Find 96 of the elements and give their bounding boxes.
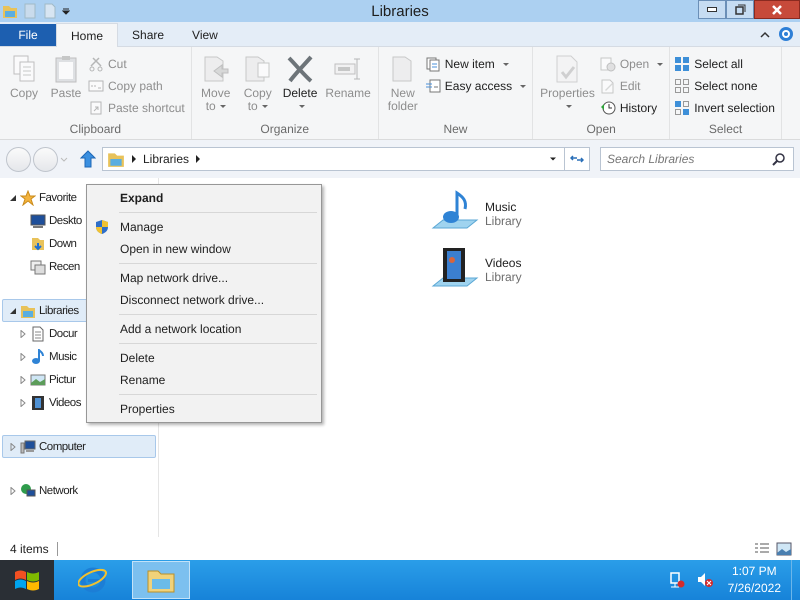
collapsed-arrow-icon[interactable] (9, 442, 17, 450)
select-all-icon (674, 56, 690, 72)
minimize-button[interactable] (698, 0, 726, 19)
music-note-icon (30, 348, 46, 364)
menu-item[interactable]: Expand (89, 187, 319, 209)
menu-item[interactable]: Manage (89, 216, 319, 238)
library-item[interactable]: Videos Library (431, 242, 571, 298)
address-field[interactable]: Libraries (102, 147, 565, 171)
ribbon-button[interactable]: Delete (280, 49, 320, 122)
easy-access-icon (424, 78, 441, 94)
ribbon-button[interactable]: History (600, 99, 666, 117)
item-name: Videos (485, 256, 522, 270)
browser-logo-icon (78, 565, 108, 595)
computer-icon (20, 438, 36, 454)
path-icon (88, 78, 104, 94)
chevron-icon[interactable] (131, 155, 137, 163)
ribbon-button[interactable]: Easy access (424, 77, 528, 95)
scissors-icon (88, 56, 104, 72)
group-label: Open (585, 122, 617, 138)
caret-icon (299, 105, 306, 108)
minimize-icon (707, 7, 717, 12)
download-folder-icon (30, 236, 46, 252)
ribbon-tab[interactable]: Home (56, 23, 118, 47)
item-type: Library (485, 214, 522, 228)
caret-icon (220, 105, 226, 108)
breadcrumb[interactable]: Libraries (143, 152, 190, 166)
window-title: Libraries (371, 2, 429, 20)
muted-speaker-icon[interactable] (696, 571, 714, 589)
collapsed-arrow-icon[interactable] (9, 486, 17, 494)
restore-button[interactable] (726, 0, 754, 19)
collapsed-arrow-icon[interactable] (19, 376, 27, 384)
menu-item[interactable]: Properties (89, 398, 319, 420)
expanded-arrow-icon[interactable] (9, 306, 17, 314)
new-item-icon (424, 56, 441, 72)
ribbon-button[interactable]: Invert selection (674, 99, 777, 117)
shortcut-icon (88, 100, 104, 116)
star-icon (20, 190, 36, 206)
expanded-arrow-icon[interactable] (9, 194, 17, 202)
library-item[interactable]: Music Library (431, 186, 571, 242)
edit-icon (600, 78, 616, 94)
caret-icon (262, 105, 268, 108)
shield-icon (95, 219, 109, 235)
ribbon-button[interactable]: Select all (674, 55, 777, 73)
menu-item[interactable]: Delete (89, 347, 319, 369)
tree-item[interactable]: Network (2, 479, 156, 502)
film-icon (30, 394, 46, 410)
refresh-icon (570, 153, 584, 165)
close-icon (771, 4, 783, 16)
group-label: New (442, 122, 468, 138)
item-name: Music (485, 200, 518, 214)
close-button[interactable] (754, 0, 800, 19)
collapsed-arrow-icon[interactable] (19, 330, 27, 338)
tree-item[interactable]: Computer (2, 435, 156, 458)
ribbon-button[interactable]: New item (424, 55, 528, 73)
menu-item[interactable]: Map network drive... (89, 267, 319, 289)
invert-selection-icon (674, 100, 690, 116)
large-icons-view-icon[interactable] (776, 542, 792, 556)
caret-icon (566, 105, 572, 108)
clock-date[interactable]: 7/26/2022 (728, 580, 781, 597)
chevron-icon[interactable] (195, 155, 202, 163)
refresh-button[interactable] (564, 147, 590, 171)
item-count: 4 items (10, 542, 58, 556)
search-icon[interactable] (772, 152, 786, 166)
menu-item[interactable]: Rename (89, 369, 319, 391)
start-button[interactable] (0, 560, 54, 600)
ribbon-tab[interactable]: View (178, 24, 232, 46)
select-none-icon (674, 78, 690, 94)
group-label: Clipboard (68, 122, 122, 138)
picture-icon (30, 372, 46, 388)
menu-item[interactable]: Open in new window (89, 238, 319, 260)
details-view-icon[interactable] (754, 542, 770, 556)
document-icon (30, 326, 46, 342)
ribbon-button[interactable]: Select none (674, 77, 777, 95)
dropdown-icon[interactable] (550, 155, 556, 163)
search-field[interactable]: Search Libraries (600, 147, 794, 171)
up-arrow-icon[interactable] (80, 150, 96, 168)
monitor-icon (30, 212, 46, 228)
caret-icon (520, 84, 526, 88)
restore-icon (734, 4, 746, 16)
network-status-icon[interactable] (668, 571, 686, 589)
group-label: Organize (259, 122, 310, 138)
item-type: Library (485, 270, 522, 284)
collapsed-arrow-icon[interactable] (19, 352, 27, 360)
recent-places-icon (30, 258, 46, 274)
ribbon-tab[interactable]: Share (118, 24, 178, 46)
network-icon (20, 482, 36, 498)
group-label: Select (708, 122, 744, 138)
caret-icon[interactable] (62, 7, 70, 15)
open-icon (600, 56, 616, 72)
collapsed-arrow-icon[interactable] (19, 398, 27, 406)
caret-icon (657, 62, 664, 66)
help-icon[interactable] (778, 26, 794, 42)
file-menu-tab[interactable]: File (0, 24, 56, 46)
history-icon (600, 100, 616, 116)
collapse-ribbon-icon[interactable] (760, 30, 770, 40)
caret-icon (502, 62, 509, 66)
